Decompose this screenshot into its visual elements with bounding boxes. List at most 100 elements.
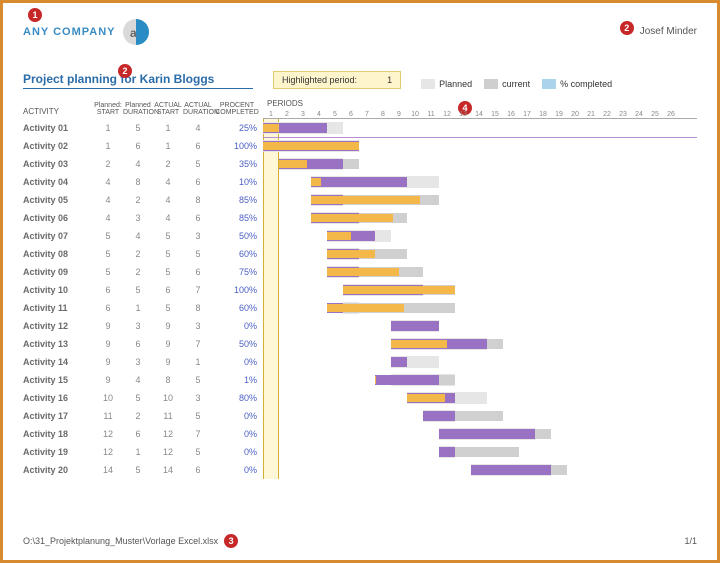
callout-2-title: 2 (118, 64, 132, 78)
gantt-row (263, 443, 697, 461)
gantt-row (263, 353, 697, 371)
swatch-current (484, 79, 498, 89)
activity-name: Activity 11 (23, 303, 93, 313)
table-row[interactable]: Activity 13969750% (23, 335, 263, 353)
user-name: Josef Minder (640, 18, 697, 37)
period-23: 23 (615, 111, 631, 118)
table-row[interactable]: Activity 05424885% (23, 191, 263, 209)
activity-name: Activity 16 (23, 393, 93, 403)
gantt-row (263, 209, 697, 227)
period-6: 6 (343, 111, 359, 118)
period-4: 4 (311, 111, 327, 118)
gantt-row (263, 407, 697, 425)
period-2: 2 (279, 111, 295, 118)
period-25: 25 (647, 111, 663, 118)
period-20: 20 (567, 111, 583, 118)
activity-name: Activity 19 (23, 447, 93, 457)
gantt-row (263, 461, 697, 479)
gantt-row (263, 389, 697, 407)
activity-name: Activity 01 (23, 123, 93, 133)
activity-name: Activity 08 (23, 249, 93, 259)
table-row[interactable]: Activity 021616100% (23, 137, 263, 155)
period-22: 22 (599, 111, 615, 118)
activity-name: Activity 09 (23, 267, 93, 277)
table-row[interactable]: Activity 181261270% (23, 425, 263, 443)
activity-name: Activity 12 (23, 321, 93, 331)
callout-1: 1 (28, 8, 42, 22)
activity-name: Activity 13 (23, 339, 93, 349)
period-8: 8 (375, 111, 391, 118)
gantt-row (263, 263, 697, 281)
period-7: 7 (359, 111, 375, 118)
legend: Planned current % completed (421, 79, 612, 89)
activity-name: Activity 17 (23, 411, 93, 421)
period-1: 1 (263, 111, 279, 118)
table-row[interactable]: Activity 1594851% (23, 371, 263, 389)
highlight-period-box: Highlighted period: 1 (273, 71, 401, 89)
period-11: 11 (423, 111, 439, 118)
gantt-row (263, 371, 697, 389)
activity-name: Activity 14 (23, 357, 93, 367)
table-row[interactable]: Activity 106567100% (23, 281, 263, 299)
table-row[interactable]: Activity 191211250% (23, 443, 263, 461)
period-21: 21 (583, 111, 599, 118)
callout-2-user: 2 (620, 21, 634, 35)
table-row[interactable]: Activity 08525560% (23, 245, 263, 263)
table-row[interactable]: Activity 11615860% (23, 299, 263, 317)
period-17: 17 (519, 111, 535, 118)
gantt-row (263, 119, 697, 137)
page-title: Project planning for Karin Bloggs (23, 72, 253, 89)
gantt-row (263, 227, 697, 245)
gantt-row (263, 335, 697, 353)
gantt-row (263, 299, 697, 317)
activity-name: Activity 05 (23, 195, 93, 205)
gantt-row (263, 245, 697, 263)
logo-icon: a (122, 18, 150, 46)
period-16: 16 (503, 111, 519, 118)
company-name: ANY COMPANY (23, 26, 116, 38)
page-number: 1/1 (684, 536, 697, 546)
activity-name: Activity 04 (23, 177, 93, 187)
activity-name: Activity 06 (23, 213, 93, 223)
table-row[interactable]: Activity 09525675% (23, 263, 263, 281)
table-row[interactable]: Activity 1493910% (23, 353, 263, 371)
column-headers: ACTIVITY Planned:START PlannedDURATION A… (23, 97, 263, 119)
period-14: 14 (471, 111, 487, 118)
gantt-row (263, 317, 697, 335)
activity-name: Activity 20 (23, 465, 93, 475)
table-row[interactable]: Activity 03242535% (23, 155, 263, 173)
gantt-row (263, 173, 697, 191)
callout-3: 3 (224, 534, 238, 548)
activity-name: Activity 02 (23, 141, 93, 151)
svg-text:a: a (130, 26, 137, 40)
table-row[interactable]: Activity 04484610% (23, 173, 263, 191)
activity-name: Activity 03 (23, 159, 93, 169)
periods-header: PERIODS 12345678910111213141516171819202… (263, 97, 697, 119)
table-row[interactable]: Activity 201451460% (23, 461, 263, 479)
activity-name: Activity 18 (23, 429, 93, 439)
period-13: 13 (455, 111, 471, 118)
period-19: 19 (551, 111, 567, 118)
gantt-row (263, 281, 697, 299)
table-row[interactable]: Activity 1293930% (23, 317, 263, 335)
table-row[interactable]: Activity 01151425% (23, 119, 263, 137)
table-row[interactable]: Activity 06434685% (23, 209, 263, 227)
company-logo: 1 ANY COMPANY a (23, 18, 150, 46)
file-path: O:\31_Projektplanung_Muster\Vorlage Exce… (23, 536, 218, 546)
gantt-row (263, 155, 697, 173)
table-row[interactable]: Activity 1610510380% (23, 389, 263, 407)
highlight-label: Highlighted period: (282, 75, 357, 85)
period-5: 5 (327, 111, 343, 118)
gantt-row (263, 137, 697, 155)
swatch-planned (421, 79, 435, 89)
table-row[interactable]: Activity 07545350% (23, 227, 263, 245)
highlight-value: 1 (387, 75, 392, 85)
period-18: 18 (535, 111, 551, 118)
table-row[interactable]: Activity 171121150% (23, 407, 263, 425)
period-12: 12 (439, 111, 455, 118)
activity-name: Activity 10 (23, 285, 93, 295)
activity-name: Activity 07 (23, 231, 93, 241)
period-24: 24 (631, 111, 647, 118)
gantt-row (263, 191, 697, 209)
swatch-completed (542, 79, 556, 89)
